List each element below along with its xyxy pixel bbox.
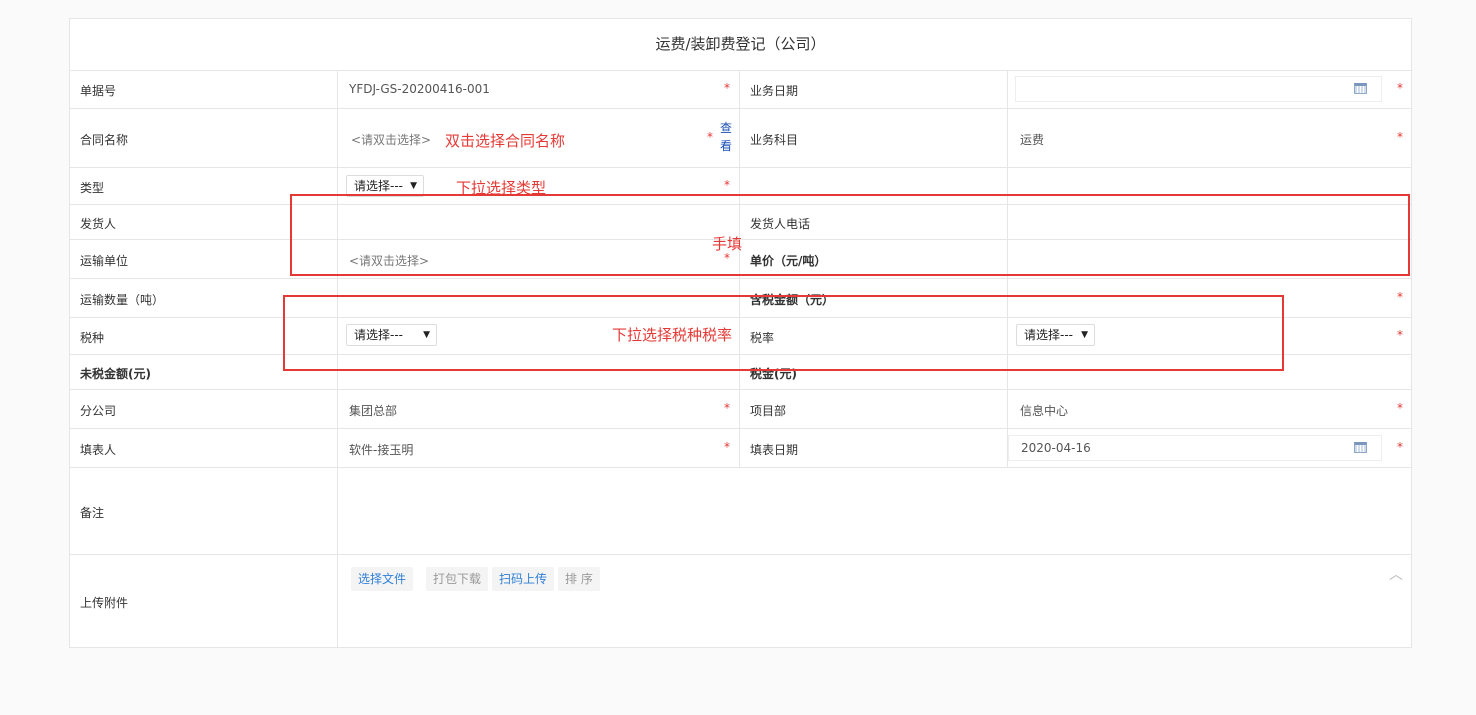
row-divider [70, 428, 1411, 429]
shipper-label: 发货人 [80, 217, 117, 231]
filler-label: 填表人 [80, 443, 117, 457]
scan-upload-button[interactable]: 扫码上传 [492, 567, 555, 591]
required-mark: * [724, 440, 730, 454]
doc-no-value: YFDJ-GS-20200416-001 [349, 82, 490, 96]
fill-date-value: 2020-04-16 [1021, 441, 1091, 455]
tax-dropdown-annotation-box [283, 295, 1284, 371]
chevron-up-icon[interactable]: ︿ [1389, 564, 1403, 584]
required-mark: * [724, 401, 730, 415]
pack-download-button[interactable]: 打包下载 [426, 567, 489, 591]
required-mark: * [1397, 81, 1403, 95]
branch-label: 分公司 [80, 404, 117, 418]
contract-label: 合同名称 [80, 133, 129, 147]
remark-label: 备注 [80, 506, 105, 520]
dropdown-arrow-icon: ▼ [410, 181, 417, 191]
required-mark: * [1397, 328, 1403, 342]
fill-date-label: 填表日期 [750, 443, 799, 457]
remark-textarea[interactable] [338, 468, 1411, 554]
type-hint: 下拉选择类型 [456, 179, 547, 197]
untaxed-amount-label: 未税金额(元) [80, 367, 151, 381]
doc-no-label: 单据号 [80, 84, 117, 98]
row-divider [70, 278, 1411, 279]
calendar-icon[interactable] [1354, 442, 1367, 453]
required-mark: * [724, 81, 730, 95]
tax-hint: 下拉选择税种税率 [612, 326, 733, 344]
manual-fill-hint: 手填 [712, 235, 743, 253]
subject-value[interactable]: 运费 [1020, 131, 1044, 148]
manual-fill-annotation-box [290, 194, 1410, 276]
biz-date-field[interactable] [1015, 76, 1382, 102]
sort-button[interactable]: 排 序 [558, 567, 600, 591]
required-mark: * [1397, 290, 1403, 304]
row-divider [70, 167, 1411, 168]
attachment-label: 上传附件 [80, 596, 129, 610]
contract-hint: 双击选择合同名称 [445, 132, 566, 150]
biz-date-label: 业务日期 [750, 84, 799, 98]
filler-value: 软件-接玉明 [349, 443, 414, 457]
carrier-label: 运输单位 [80, 254, 129, 268]
quantity-label: 运输数量（吨） [80, 293, 165, 307]
calendar-icon[interactable] [1354, 83, 1367, 94]
choose-file-button[interactable]: 选择文件 [351, 567, 414, 591]
row-divider [70, 389, 1411, 390]
form-title: 运费/装卸费登记（公司） [70, 19, 1411, 71]
subject-label: 业务科目 [750, 133, 799, 147]
contract-input[interactable]: <请双击选择> [351, 131, 431, 148]
required-mark: * [1397, 440, 1403, 454]
project-dept-label: 项目部 [750, 404, 787, 418]
required-mark: * [724, 178, 730, 192]
branch-value[interactable]: 集团总部 [349, 402, 397, 419]
required-mark: * [707, 130, 713, 144]
required-mark: * [1397, 401, 1403, 415]
type-label: 类型 [80, 181, 105, 195]
row-divider [70, 108, 1411, 109]
row-divider [70, 554, 1411, 555]
required-mark: * [1397, 130, 1403, 144]
type-select-value: 请选择--- [354, 179, 403, 193]
view-contract-link[interactable]: 查看 [720, 119, 734, 155]
project-dept-value[interactable]: 信息中心 [1020, 402, 1068, 419]
fill-date-field[interactable]: 2020-04-16 [1008, 435, 1382, 461]
tax-type-label: 税种 [80, 331, 105, 345]
